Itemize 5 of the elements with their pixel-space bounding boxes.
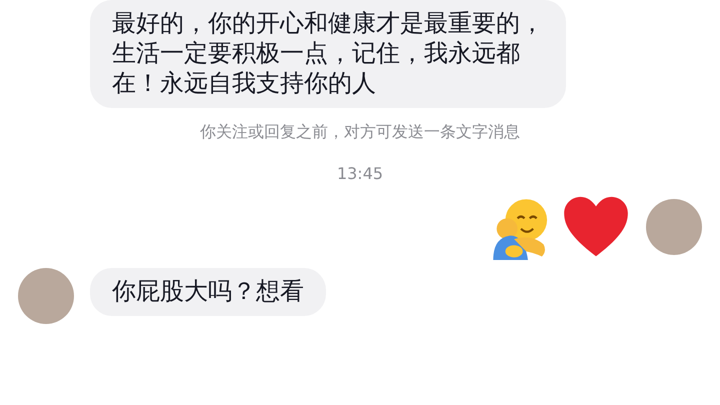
chat-notice: 你关注或回复之前，对方可发送一条文字消息 — [199, 121, 521, 143]
heart-icon — [562, 196, 630, 258]
message-bubble: 你屁股大吗？想看 — [90, 268, 326, 316]
message-bubble: 最好的，你的开心和健康才是最重要的，生活一定要积极一点，记住，我永远都在！永远自我支持你的人 — [90, 0, 566, 108]
message-time: 13:45 — [336, 163, 384, 185]
